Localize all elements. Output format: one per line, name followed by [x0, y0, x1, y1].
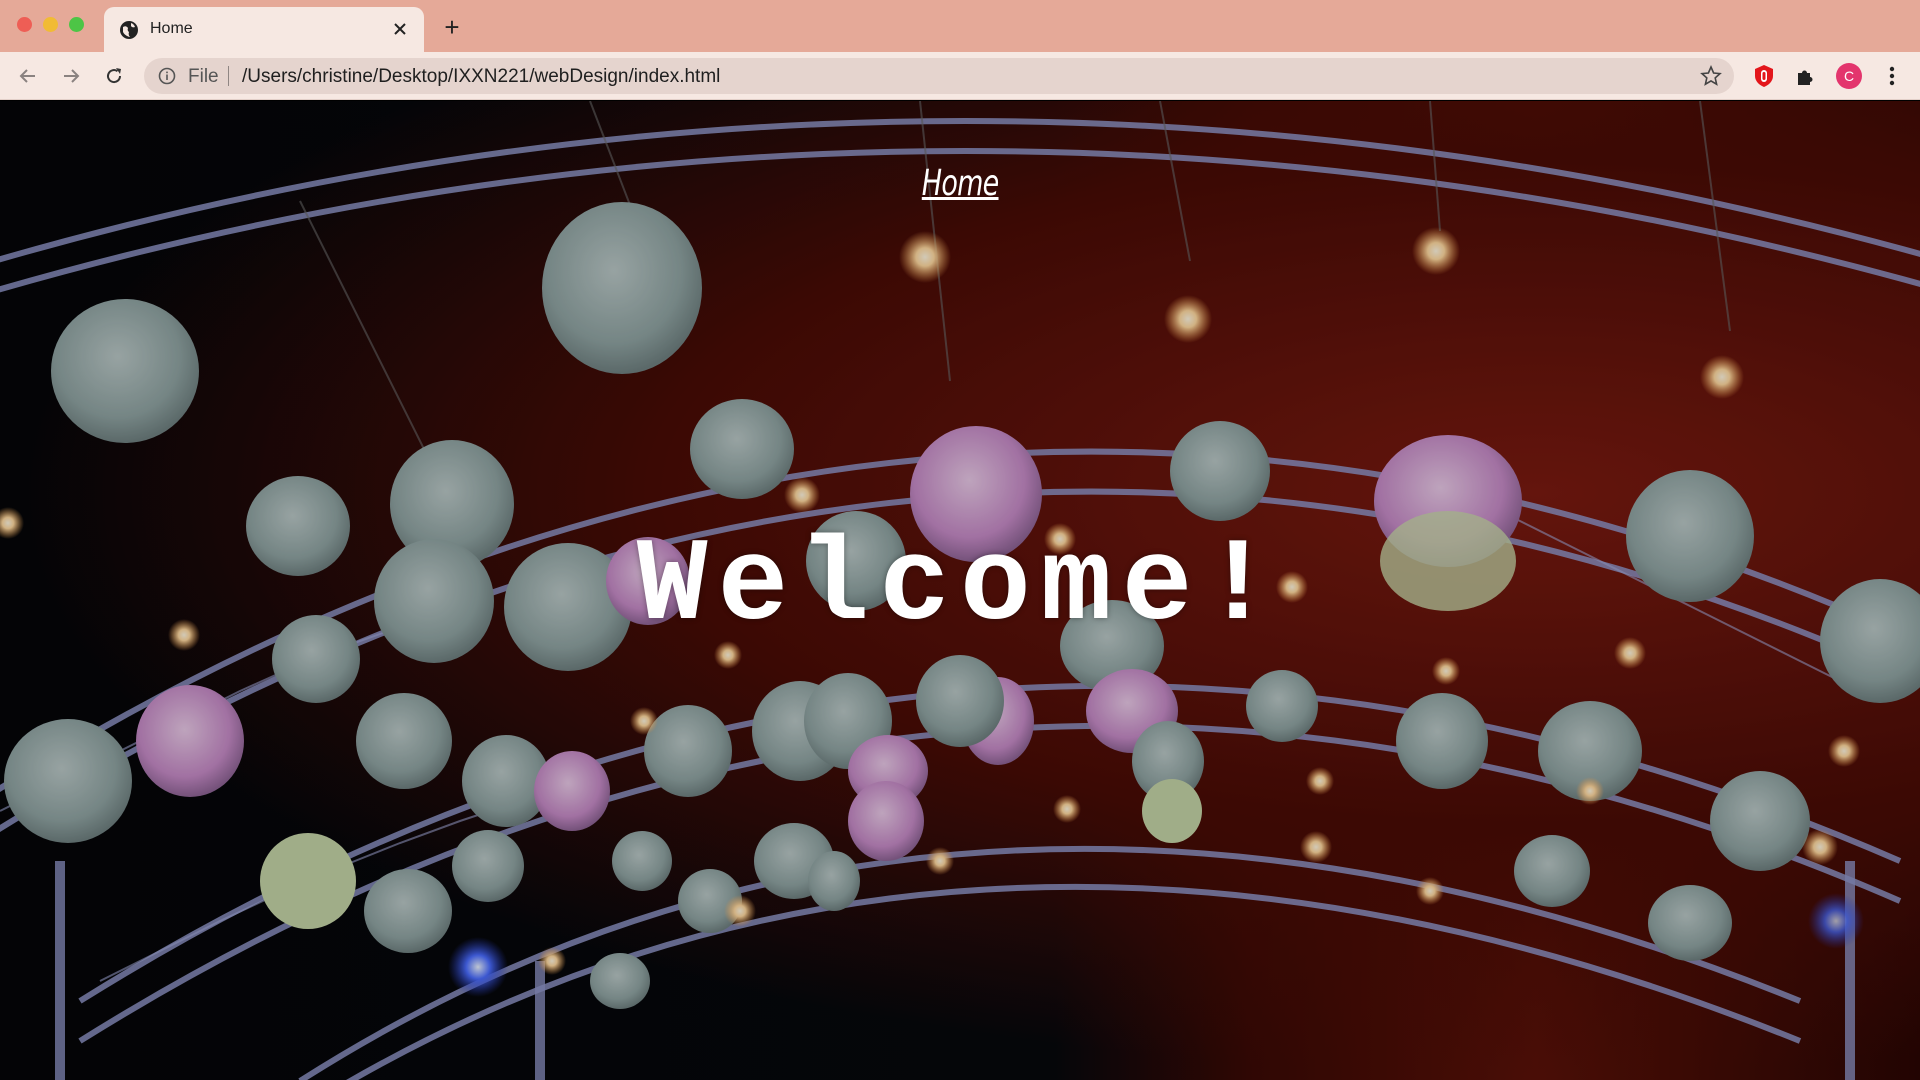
close-icon[interactable] — [388, 17, 412, 41]
globe-icon — [120, 21, 138, 39]
page-viewport: Home Welcome! — [0, 101, 1920, 1080]
tab-title: Home — [150, 20, 193, 37]
forward-arrow-icon[interactable] — [57, 62, 85, 90]
browser-toolbar: File /Users/christine/Desktop/IXXN221/we… — [0, 52, 1920, 100]
bookmark-star-icon[interactable] — [1700, 65, 1722, 87]
url-text[interactable]: /Users/christine/Desktop/IXXN221/webDesi… — [242, 66, 720, 88]
nav-bar: Home — [0, 163, 1920, 204]
adblock-extension-icon[interactable] — [1750, 62, 1778, 90]
browser-titlebar: Home + — [0, 0, 1920, 52]
maximize-window-button[interactable] — [69, 17, 84, 32]
back-arrow-icon[interactable] — [14, 62, 42, 90]
close-window-button[interactable] — [17, 17, 32, 32]
browser-tab-home[interactable]: Home — [104, 7, 424, 52]
more-menu-icon[interactable] — [1878, 62, 1906, 90]
address-bar[interactable]: File /Users/christine/Desktop/IXXN221/we… — [144, 58, 1734, 94]
extensions-puzzle-icon[interactable] — [1792, 62, 1820, 90]
omnibox-divider — [228, 66, 229, 86]
profile-avatar[interactable]: C — [1836, 63, 1862, 89]
url-scheme-label: File — [188, 66, 219, 87]
new-tab-button[interactable]: + — [438, 12, 466, 42]
minimize-window-button[interactable] — [43, 17, 58, 32]
home-nav-link[interactable]: Home — [922, 163, 999, 204]
reload-icon[interactable] — [100, 62, 128, 90]
welcome-heading: Welcome! — [636, 521, 1284, 654]
info-icon[interactable] — [158, 67, 176, 85]
